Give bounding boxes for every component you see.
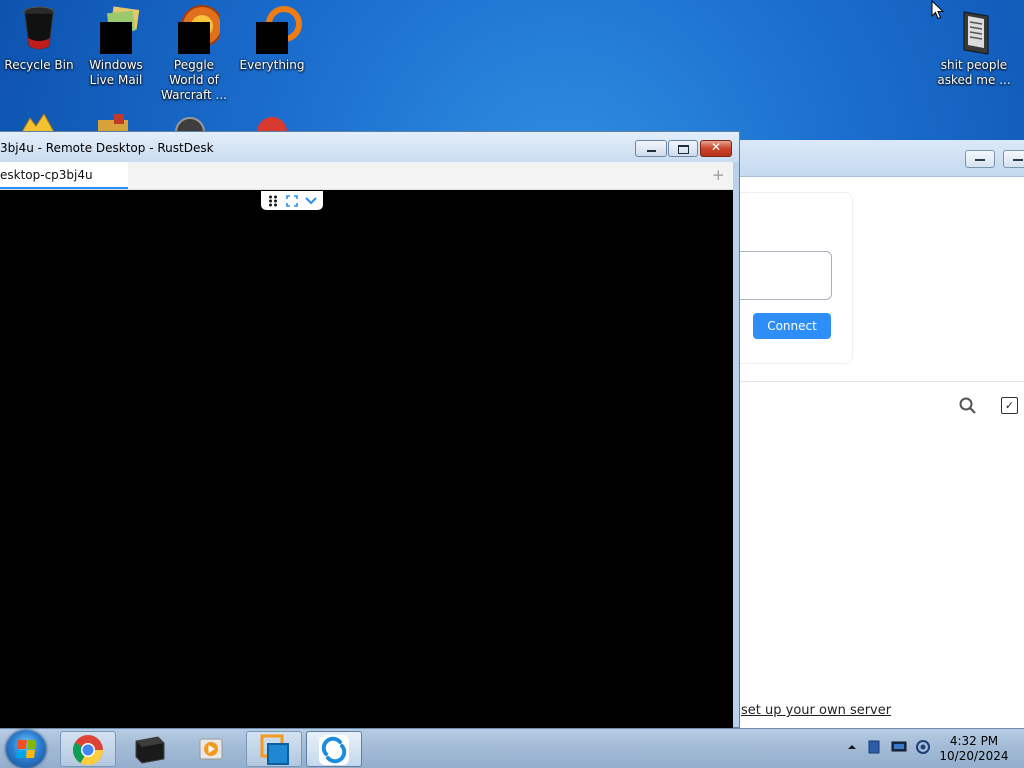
fullscreen-icon[interactable]: [285, 194, 299, 208]
window-title: 3bj4u - Remote Desktop - RustDesk: [0, 141, 214, 155]
peggle-icon: [176, 5, 220, 54]
clock-time: 4:32 PM: [949, 734, 999, 748]
tab-remote-session[interactable]: esktop-cp3bj4u: [0, 162, 128, 189]
remote-window-titlebar[interactable]: 3bj4u - Remote Desktop - RustDesk ✕: [0, 132, 739, 162]
desktop-icon-label: Recycle Bin: [4, 58, 74, 72]
close-icon: ✕: [710, 140, 722, 154]
remote-toolbar: [261, 191, 323, 210]
taskbar-media-player[interactable]: [184, 731, 240, 767]
desktop-icon-recycle-bin[interactable]: Recycle Bin: [0, 0, 78, 73]
everything-search-icon: [254, 6, 302, 54]
taskbar-rustdesk[interactable]: [306, 731, 362, 767]
desktop-icon-label: Peggle World of Warcraft ...: [161, 58, 227, 102]
clock-date: 10/20/2024: [939, 749, 1009, 763]
minimize-button[interactable]: [965, 150, 995, 168]
mouse-cursor-icon: [931, 0, 945, 20]
select-checkbox-icon[interactable]: ✓: [1001, 397, 1018, 414]
maximize-button[interactable]: [1003, 150, 1024, 168]
desktop-icon-partial[interactable]: [170, 110, 214, 132]
desktop-icon-partial[interactable]: [16, 110, 60, 132]
folder-icon: [956, 6, 992, 55]
vmware-icon: [260, 734, 289, 765]
windows-live-mail-icon: [98, 6, 140, 54]
remote-id-input[interactable]: [737, 251, 832, 300]
desktop-icon-everything[interactable]: Everything: [233, 0, 311, 73]
taskbar: 4:32 PM 10/20/2024: [0, 728, 1024, 768]
setup-server-link[interactable]: set up your own server: [741, 703, 891, 718]
remote-desktop-window: 3bj4u - Remote Desktop - RustDesk ✕ eskt…: [0, 131, 740, 729]
drag-handle-icon[interactable]: [266, 194, 280, 208]
rustdesk-icon: [319, 735, 349, 765]
remote-screen-view[interactable]: [0, 190, 733, 729]
start-button[interactable]: [6, 730, 46, 768]
chevron-down-icon[interactable]: [304, 194, 318, 208]
maximize-button[interactable]: [668, 140, 698, 157]
network-adapter-icon[interactable]: [866, 739, 882, 755]
media-player-icon: [199, 738, 223, 760]
minimize-button[interactable]: [635, 140, 667, 157]
add-tab-button[interactable]: +: [712, 166, 725, 184]
desktop-icon-label: Everything: [239, 58, 305, 72]
tab-label: esktop-cp3bj4u: [0, 168, 93, 182]
section-divider: [721, 381, 1024, 382]
close-button[interactable]: ✕: [700, 140, 732, 157]
session-tab-bar: esktop-cp3bj4u +: [0, 162, 733, 190]
terminal-icon: [135, 736, 165, 764]
desktop-icon-peggle[interactable]: Peggle World of Warcraft ...: [155, 0, 233, 103]
rustdesk-main-window: Connect ✓ set up your own server: [720, 140, 1024, 728]
system-clock[interactable]: 4:32 PM 10/20/2024: [930, 734, 1018, 764]
show-hidden-icons-chevron-icon[interactable]: [844, 739, 860, 755]
taskbar-terminal[interactable]: [122, 731, 178, 767]
connect-button[interactable]: Connect: [753, 313, 831, 339]
windows-logo-icon: [16, 740, 36, 758]
desktop-icon-folder[interactable]: shit people asked me ...: [935, 0, 1013, 88]
desktop-icon-partial[interactable]: [92, 110, 136, 132]
search-icon[interactable]: [958, 396, 978, 416]
recycle-bin-icon: [21, 6, 57, 50]
main-window-titlebar: [721, 140, 1024, 177]
chrome-icon: [72, 735, 103, 766]
taskbar-vmware[interactable]: [246, 731, 302, 767]
desktop-icon-partial[interactable]: [248, 110, 292, 132]
desktop-icon-windows-live-mail[interactable]: Windows Live Mail: [77, 0, 155, 88]
taskbar-chrome[interactable]: [60, 731, 116, 767]
monitor-icon[interactable]: [891, 739, 907, 755]
desktop-icon-label: Windows Live Mail: [89, 58, 143, 87]
desktop-icon-label: shit people asked me ...: [937, 58, 1011, 87]
volume-icon[interactable]: [915, 739, 931, 755]
